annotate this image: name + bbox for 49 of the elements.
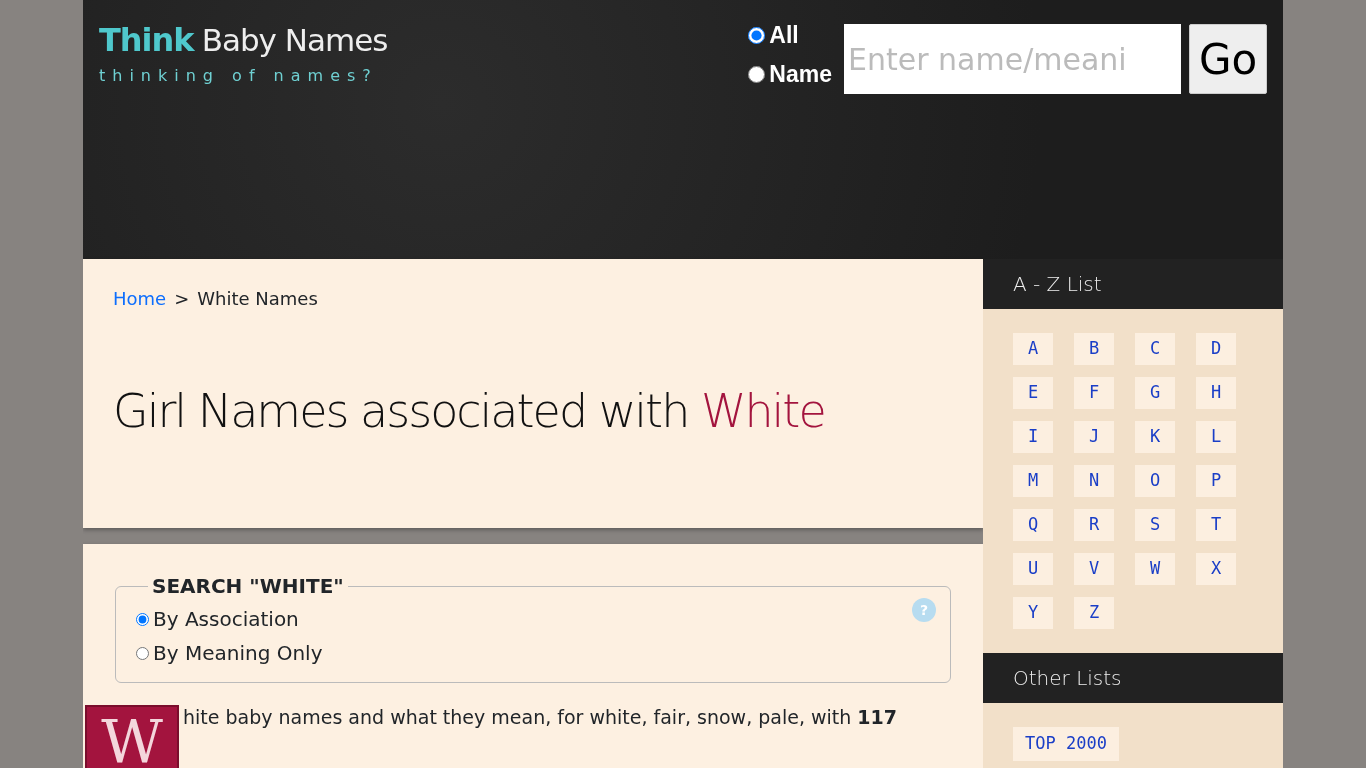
search-option-label: By Meaning Only [153,640,323,667]
letter-link[interactable]: K [1135,421,1175,453]
letter-link[interactable]: P [1196,465,1236,497]
search-mode-radio[interactable] [748,66,766,83]
letter-link[interactable]: N [1074,465,1114,497]
search-option-radio[interactable] [136,612,149,626]
sidebar-heading: A - Z List [983,259,1283,309]
letter-link[interactable]: G [1135,377,1175,409]
letter-link[interactable]: J [1074,421,1114,453]
letter-link[interactable]: U [1013,553,1053,585]
intro-paragraph: hite baby names and what they mean, for white, fair, snow, pale, with 117 [183,705,897,730]
letter-link[interactable]: Q [1013,509,1053,541]
letter-link[interactable]: B [1074,333,1114,365]
letter-link[interactable]: I [1013,421,1053,453]
letter-link[interactable]: A [1013,333,1053,365]
letter-link[interactable]: S [1135,509,1175,541]
page-title: Girl Names associated with White [113,384,826,440]
letter-link[interactable]: L [1196,421,1236,453]
go-button[interactable]: Go [1189,24,1267,94]
search-mode-label: All [769,24,799,47]
letter-link[interactable]: M [1013,465,1053,497]
letter-link[interactable]: Z [1074,597,1114,629]
letter-link[interactable]: T [1196,509,1236,541]
search-legend: SEARCH "WHITE" [148,576,348,596]
logo-name: Baby Names [201,21,388,60]
letter-link[interactable]: F [1074,377,1114,409]
list-link[interactable]: TOP 2000 [1013,727,1119,761]
search-mode-label: Name [769,63,832,86]
search-option-label: By Association [153,606,299,633]
search-field[interactable]: Enter name/meani [844,24,1181,94]
breadcrumb-link[interactable]: Home [113,285,167,312]
letter-link[interactable]: C [1135,333,1175,365]
search-option-radio[interactable] [136,646,149,660]
breadcrumb-separator: > [174,287,190,311]
search-mode-radio[interactable] [748,27,766,44]
sidebar-heading: Other Lists [983,653,1283,703]
letter-link[interactable]: D [1196,333,1236,365]
letter-link[interactable]: O [1135,465,1175,497]
letter-link[interactable]: E [1013,377,1053,409]
letter-link[interactable]: H [1196,377,1236,409]
breadcrumb-current: White Names [197,287,318,311]
letter-link[interactable]: Y [1013,597,1053,629]
logo-brand: Think [99,20,194,61]
letter-link[interactable]: V [1074,553,1114,585]
letter-link[interactable]: W [1135,553,1175,585]
letter-link[interactable]: X [1196,553,1236,585]
letter-link[interactable]: R [1074,509,1114,541]
logo-tagline: thinking of names? [99,65,379,87]
drop-cap: W [85,705,179,768]
